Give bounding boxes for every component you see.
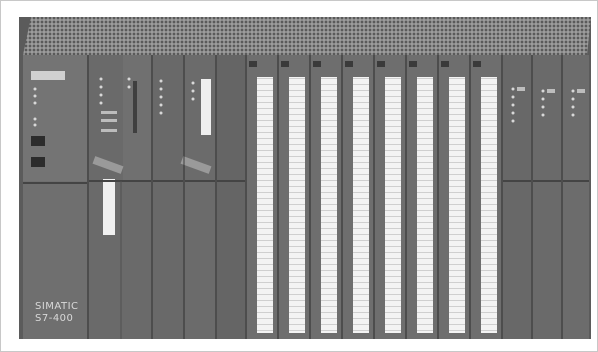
io-module-1 [247,55,277,339]
power-module [23,55,87,339]
brand-line2: S7-400 [35,313,74,324]
comm-module-1 [153,55,183,339]
io-module-6 [407,55,437,339]
interface-module-3 [563,55,589,339]
io-module-3 [311,55,341,339]
interface-module-1 [503,55,531,339]
brand-line1: SIMATIC [35,301,79,312]
plc-rack-photo [19,17,591,339]
io-module-5 [375,55,405,339]
io-module-2 [279,55,309,339]
io-module-4 [343,55,373,339]
interface-module-2 [533,55,561,339]
top-vent [23,17,591,55]
blank-module [217,55,245,339]
io-module-8 [471,55,501,339]
comm-module-2 [180,55,215,339]
io-module-7 [439,55,469,339]
photo-frame: SIMATIC S7-400 [0,0,598,352]
cpu-module [89,55,151,339]
